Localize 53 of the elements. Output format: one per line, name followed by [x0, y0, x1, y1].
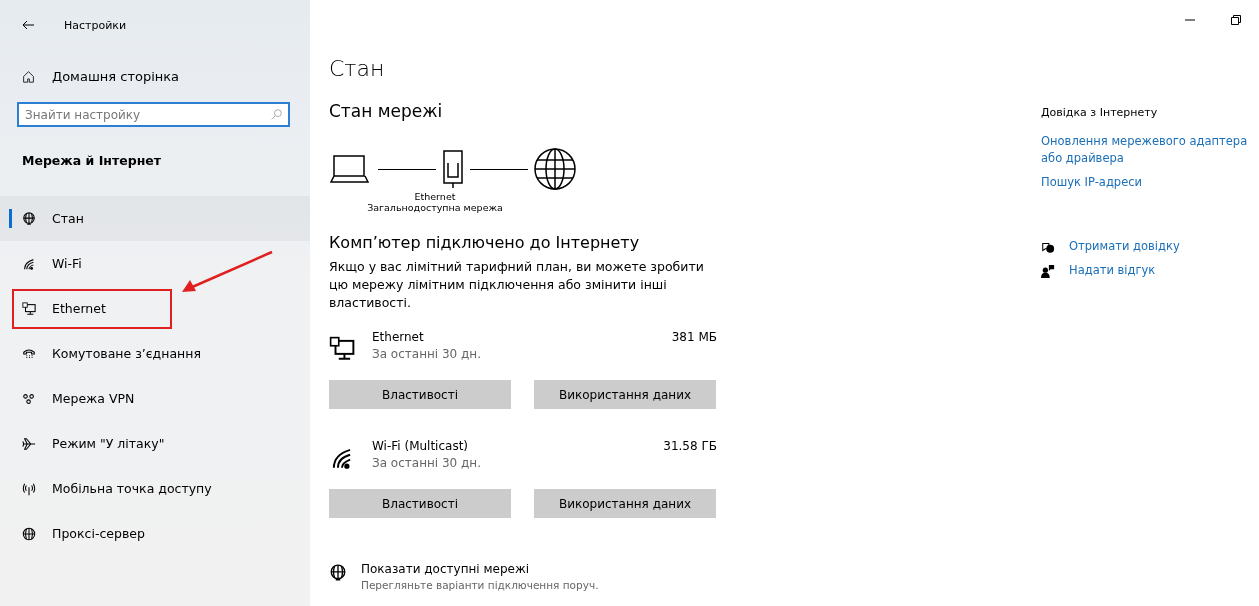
help-heading: Довідка з Інтернету [1041, 106, 1159, 119]
home-icon [22, 69, 35, 83]
person-message-icon [1041, 263, 1055, 278]
connection-heading: Комп’ютер підключено до Інтернету [329, 233, 641, 252]
airplane-icon [22, 436, 36, 451]
data-usage-button[interactable]: Використання даних [534, 380, 716, 409]
ethernet-icon [329, 336, 355, 362]
window-title: Настройки [64, 18, 127, 32]
properties-button[interactable]: Властивості [329, 489, 511, 518]
hotspot-icon [22, 481, 36, 496]
globe-icon [533, 147, 577, 191]
nav-item[interactable]: Стан [0, 196, 310, 241]
nav-item[interactable]: Wi-Fi [0, 241, 310, 286]
globe-icon [22, 526, 36, 541]
connection-description: Якщо у вас лімітний тарифний план, ви можете зробити цю мережу лімітним підключення або змінити інші властивості. [329, 258, 705, 312]
network-label: Загальнодоступна мережа [367, 202, 503, 213]
search-icon [271, 109, 282, 120]
search-field[interactable]: Знайти настройку [17, 102, 290, 127]
nav-item[interactable]: Комутоване з’єднання [0, 331, 310, 376]
data-usage-button[interactable]: Використання даних [534, 489, 716, 518]
help-action-link[interactable]: Надати відгук [1069, 262, 1156, 279]
data-usage: 381 МБ [671, 330, 717, 344]
restore-icon[interactable] [1231, 15, 1241, 25]
nav-item[interactable]: Режим "У літаку" [0, 421, 310, 466]
ethernet-icon [22, 301, 36, 316]
nav-item[interactable]: Мережа VPN [0, 376, 310, 421]
back-arrow-icon[interactable] [22, 20, 34, 30]
nav-item[interactable]: Мобільна точка доступу [0, 466, 310, 511]
help-link[interactable]: Оновлення мережевого адаптера або драйвера [1041, 133, 1259, 167]
network-port-icon [441, 149, 465, 189]
vpn-icon [22, 391, 36, 406]
help-link[interactable]: Пошук IP-адреси [1041, 174, 1259, 191]
properties-button[interactable]: Властивості [329, 380, 511, 409]
show-networks-link[interactable]: Показати доступні мережі [361, 562, 599, 576]
adapter-period: За останні 30 дн. [372, 456, 483, 470]
show-networks-hint: Перегляньте варіанти підключення поруч. [361, 579, 599, 591]
selection-bar [9, 209, 12, 228]
dialup-icon [22, 346, 36, 361]
nav-item[interactable]: Проксі-сервер [0, 511, 310, 556]
adapter-period: За останні 30 дн. [372, 347, 483, 361]
data-usage: 31.58 ГБ [663, 439, 717, 453]
nav-item[interactable]: Ethernet [0, 286, 310, 331]
adapter-name: Wi-Fi (Multicast) [372, 439, 470, 453]
page-title: Стан [329, 56, 386, 81]
home-link[interactable]: Домашня сторінка [0, 50, 310, 102]
adapter-name: Ethernet [372, 330, 425, 344]
adapter-label: Ethernet [414, 191, 456, 202]
help-action-link[interactable]: Отримати довідку [1069, 238, 1180, 255]
wifi-icon [22, 256, 36, 271]
section-title: Стан мережі [329, 101, 444, 121]
globe-icon [329, 564, 347, 582]
globe-icon [22, 211, 36, 226]
section-heading: Мережа й Інтернет [21, 152, 162, 170]
